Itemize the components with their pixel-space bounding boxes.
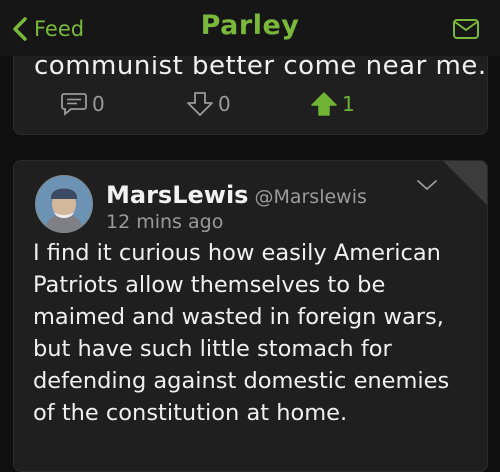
author-handle: @Marslewis: [254, 186, 367, 208]
comment-icon: [61, 93, 87, 116]
comment-count: 0: [92, 92, 105, 116]
downvote-count: 0: [218, 92, 231, 116]
post-card[interactable]: MarsLewis @Marslewis 12 mins ago I find i…: [13, 160, 488, 472]
post-body: I find it curious how easily American Pa…: [33, 240, 450, 426]
corner-fold-decoration: [443, 161, 487, 205]
author-display-name: MarsLewis: [106, 181, 249, 209]
page-title: Parley: [200, 10, 300, 41]
avatar[interactable]: [35, 175, 93, 233]
upvote-arrow-icon: [311, 92, 337, 116]
comment-button[interactable]: 0: [60, 89, 105, 119]
envelope-icon[interactable]: [452, 16, 480, 42]
downvote-button[interactable]: 0: [186, 89, 231, 119]
chevron-down-icon[interactable]: [415, 177, 439, 193]
top-nav-bar: Feed Parley: [0, 0, 500, 56]
downvote-arrow-icon: [187, 92, 213, 116]
avatar-image: [36, 176, 92, 232]
upvote-count: 1: [342, 92, 355, 116]
upvote-button[interactable]: 1: [310, 89, 355, 119]
author-name[interactable]: MarsLewis @Marslewis: [106, 181, 367, 209]
post-timestamp: 12 mins ago: [106, 211, 224, 233]
